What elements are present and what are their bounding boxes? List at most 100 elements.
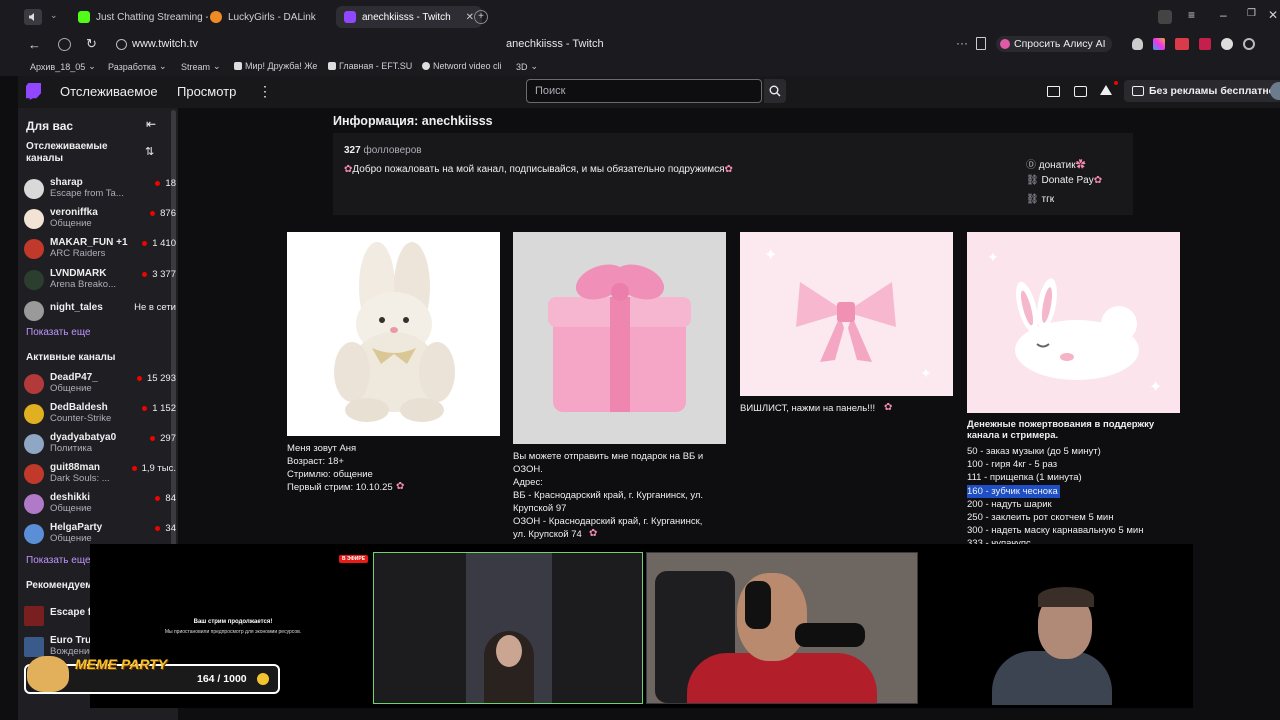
sakura-icon: ✿ bbox=[1093, 175, 1103, 186]
social-link-telegram[interactable]: ⛓ тгк bbox=[1026, 194, 1054, 205]
donation-list: 50 - заказ музыки (до 5 минут) 100 - гир… bbox=[967, 445, 1143, 551]
channel-category: Arena Breako... bbox=[50, 279, 117, 290]
reload-icon[interactable]: ↻ bbox=[86, 36, 97, 52]
main-scrollbar[interactable] bbox=[1268, 76, 1276, 86]
social-link-donatik[interactable]: Ⓓ донатик✿ bbox=[1026, 156, 1086, 171]
person-shirt bbox=[687, 653, 877, 703]
panel-image-bunny-plush[interactable] bbox=[287, 232, 500, 436]
twitch-icon bbox=[344, 11, 356, 23]
tab-kick[interactable]: Just Chatting Streaming - bbox=[70, 6, 208, 28]
channel-category: Escape from Ta... bbox=[50, 188, 124, 199]
more-vertical-icon[interactable]: ⋮ bbox=[258, 83, 272, 100]
sidebar-channel[interactable]: veroniffka Общение 876 bbox=[24, 207, 176, 235]
url-text[interactable]: www.twitch.tv bbox=[132, 38, 198, 50]
sidebar-channel[interactable]: guit88man Dark Souls: ... 1,9 тыс. bbox=[24, 462, 176, 490]
bookmark-link[interactable]: Главная - EFT.SU bbox=[328, 61, 412, 71]
sidebar-channel[interactable]: DeadP47_ Общение 15 293 bbox=[24, 372, 176, 400]
svg-text:✦: ✦ bbox=[920, 366, 932, 382]
sidebar-for-you-title: Для вас bbox=[26, 119, 74, 133]
person-body bbox=[992, 651, 1112, 705]
sidebar-channel[interactable]: LVNDMARK Arena Breako... 3 377 bbox=[24, 268, 176, 296]
menu-icon[interactable]: ≡ bbox=[1188, 8, 1195, 22]
profile-icon[interactable] bbox=[1158, 10, 1172, 24]
search-input[interactable]: Поиск bbox=[526, 79, 762, 103]
bookmark-folder[interactable]: Разработка ⌄ bbox=[108, 61, 167, 72]
donation-item: 111 - прищепка (1 минута) bbox=[967, 472, 1082, 484]
meme-party-title: MEME PARTY bbox=[75, 656, 168, 672]
show-more-link[interactable]: Показать еще bbox=[26, 327, 91, 338]
donation-item: 250 - заклеить рот скотчем 5 мин bbox=[967, 512, 1114, 524]
close-icon[interactable]: ✕ bbox=[466, 12, 474, 23]
crown-icon[interactable] bbox=[1100, 85, 1112, 95]
sidebar-channel-offline[interactable]: night_tales Не в сети bbox=[24, 299, 176, 327]
minimize-icon[interactable]: – bbox=[1220, 8, 1227, 22]
avatar bbox=[24, 301, 44, 321]
bookmark-link[interactable]: Мир! Дружба! Же bbox=[234, 61, 320, 71]
alice-button[interactable]: Спросить Алису AI bbox=[996, 36, 1112, 52]
no-ads-button[interactable]: Без рекламы бесплатно bbox=[1124, 80, 1280, 102]
search-button[interactable] bbox=[764, 79, 786, 103]
bookmark-folder[interactable]: Stream ⌄ bbox=[181, 61, 221, 72]
extension-icons[interactable] bbox=[1132, 38, 1255, 50]
tab-dalink[interactable]: LuckyGirls - DALink bbox=[202, 6, 340, 28]
live-badge: В ЭФИРЕ bbox=[339, 555, 369, 563]
bookmark-label: Разработка bbox=[108, 61, 156, 72]
audio-icon[interactable] bbox=[24, 9, 42, 25]
panel-image-bow[interactable]: ✦ ✦ bbox=[740, 232, 953, 396]
sort-icon[interactable]: ⇅ bbox=[145, 145, 154, 158]
restore-icon[interactable]: ❐ bbox=[1247, 8, 1256, 19]
bookmark-folder[interactable]: Архив_18_05 ⌄ bbox=[30, 61, 96, 72]
back-icon[interactable]: ← bbox=[28, 37, 41, 52]
lightbulb-icon[interactable] bbox=[1132, 38, 1143, 50]
pixel-bunny-illustration: ✦ ✦ bbox=[967, 232, 1180, 413]
webcam-feed-2 bbox=[646, 552, 918, 704]
avatar bbox=[24, 434, 44, 454]
sidebar-channel[interactable]: DedBaldesh Counter-Strike 1 152 bbox=[24, 402, 176, 430]
sidebar-scrollbar[interactable] bbox=[171, 110, 176, 546]
panel-image-gift[interactable] bbox=[513, 232, 726, 444]
bookmark-icon[interactable] bbox=[976, 37, 986, 50]
sidebar-channel[interactable]: sharap Escape from Ta... 18 bbox=[24, 177, 176, 205]
channel-category: Общение bbox=[50, 533, 92, 544]
sidebar-channel[interactable]: dyadyabatya0 Политика 297 bbox=[24, 432, 176, 460]
site-icon bbox=[328, 62, 336, 70]
viewer-count: 1 152 bbox=[142, 403, 176, 414]
tab-list-chevron-icon[interactable]: ⌄ bbox=[50, 10, 58, 21]
whispers-icon[interactable] bbox=[1074, 86, 1087, 97]
bookmark-label: Главная - EFT.SU bbox=[339, 61, 413, 71]
bookmark-link[interactable]: Netword video cli bbox=[422, 61, 506, 71]
ticket-icon bbox=[1132, 86, 1144, 96]
adblock-icon[interactable] bbox=[1199, 38, 1211, 50]
more-dots-icon[interactable]: ··· bbox=[956, 36, 968, 50]
tab-twitch[interactable]: anechkiisss - Twitch ✕ bbox=[336, 6, 482, 28]
vk-video-icon[interactable] bbox=[1175, 38, 1189, 50]
webcam-feed-1 bbox=[373, 552, 643, 704]
nav-browse[interactable]: Просмотр bbox=[177, 84, 236, 99]
channel-name: DeadP47_ bbox=[50, 372, 98, 383]
color-picker-icon[interactable] bbox=[1153, 38, 1165, 50]
sidebar-channel[interactable]: MAKAR_FUN +1 ARC Raiders 1 410 bbox=[24, 237, 176, 265]
social-link-donatepay[interactable]: ⛓ Donate Pay✿ bbox=[1026, 175, 1102, 186]
link-label: донатик bbox=[1038, 160, 1076, 171]
panel-text-about: Меня зовут Аня Возраст: 18+ Стримлю: общ… bbox=[287, 443, 393, 493]
site-info-icon[interactable] bbox=[116, 39, 127, 50]
nav-following[interactable]: Отслеживаемое bbox=[60, 84, 158, 99]
new-tab-button[interactable]: + bbox=[474, 10, 488, 24]
window-close-icon[interactable]: ✕ bbox=[1268, 8, 1278, 22]
collapse-sidebar-icon[interactable]: ⇤ bbox=[146, 117, 156, 131]
play-icon[interactable] bbox=[1221, 38, 1233, 50]
bunny-plush-illustration bbox=[334, 242, 455, 422]
followed-title-line: каналы bbox=[26, 153, 64, 164]
channel-name: DedBaldesh bbox=[50, 402, 108, 413]
donation-item-selected: 160 - зубчик чеснока bbox=[967, 484, 1060, 498]
panel-image-sleeping-bunny[interactable]: ✦ ✦ bbox=[967, 232, 1180, 413]
followed-title-line: Отслеживаемые bbox=[26, 141, 108, 152]
bookmark-folder[interactable]: 3D ⌄ bbox=[516, 61, 538, 72]
followed-channels-title: Отслеживаемые каналы bbox=[26, 141, 108, 165]
settings-icon[interactable] bbox=[1243, 38, 1255, 50]
shield-icon[interactable] bbox=[58, 38, 71, 51]
show-more-link[interactable]: Показать еще bbox=[26, 555, 91, 566]
site-icon bbox=[234, 62, 242, 70]
inbox-icon[interactable] bbox=[1047, 86, 1060, 97]
sidebar-channel[interactable]: deshikki Общение 84 bbox=[24, 492, 176, 520]
